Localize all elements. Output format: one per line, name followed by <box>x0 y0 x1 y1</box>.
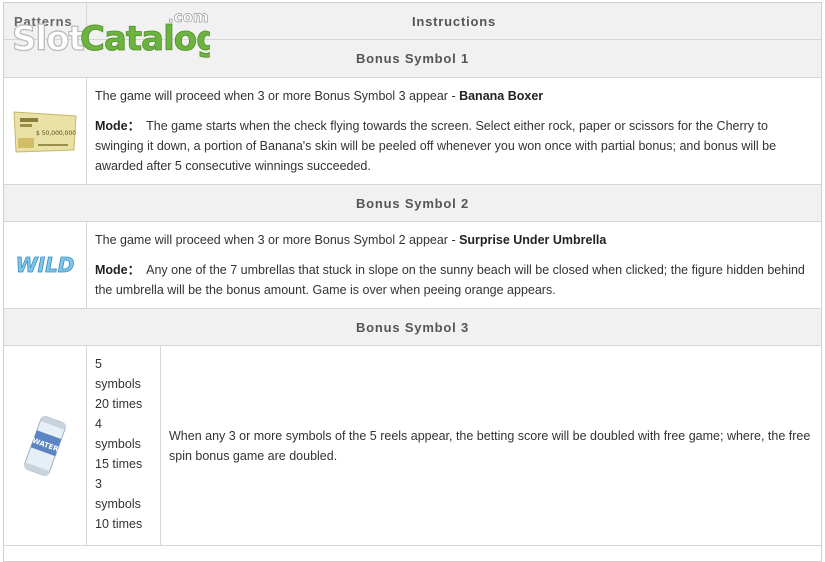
svg-text:$ 50,000,000: $ 50,000,000 <box>36 130 76 137</box>
bonus-symbol-1-proceed: The game will proceed when 3 or more Bon… <box>95 89 544 103</box>
symbol-count-list: 5 symbols 20 times 4 symbols 15 times 3 … <box>95 354 159 534</box>
section-title-row: Bonus Symbol 3 <box>4 309 821 346</box>
svg-text:.com: .com <box>168 8 209 26</box>
count-times: 15 times <box>95 457 143 471</box>
bonus-symbol-1-row: $ 50,000,000 The game will proceed when … <box>4 78 821 185</box>
bonus-symbol-3-pattern: WATER <box>4 346 86 545</box>
count-value: 3 <box>95 477 102 491</box>
section-title: Bonus Symbol 3 <box>355 319 470 335</box>
svg-text:WILD: WILD <box>16 253 75 277</box>
water-can-icon: WATER <box>24 415 66 476</box>
bonus-symbol-1-pattern: $ 50,000,000 <box>4 78 86 184</box>
bonus-symbol-3-description: When any 3 or more symbols of the 5 reel… <box>169 429 811 463</box>
bonus-name: Surprise Under Umbrella <box>459 233 607 247</box>
bonus-name: Banana Boxer <box>459 89 544 103</box>
svg-text:Slot: Slot <box>12 19 85 58</box>
bonus-symbol-2-row: WILD The game will proceed when 3 or mor… <box>4 222 821 309</box>
count-times: 10 times <box>95 517 143 531</box>
check-ticket-icon: $ 50,000,000 <box>13 111 77 153</box>
count-label: symbols <box>95 437 141 451</box>
bonus-symbol-1-mode: Mode： The game starts when the check flyi… <box>95 119 777 173</box>
count-value: 4 <box>95 417 102 431</box>
section-title: Bonus Symbol 2 <box>355 195 470 211</box>
instructions-table: Patterns Instructions Bonus Symbol 1 $ 5… <box>3 2 822 562</box>
bonus-symbol-2-proceed: The game will proceed when 3 or more Bon… <box>95 233 607 247</box>
count-label: symbols <box>95 497 141 511</box>
count-value: 5 <box>95 357 102 371</box>
bonus-symbol-3-row: WATER 5 symbols 20 times 4 symbols 15 ti… <box>4 346 821 546</box>
count-times: 20 times <box>95 397 143 411</box>
wild-symbol-icon: WILD <box>15 253 75 278</box>
bonus-symbol-2-mode: Mode： Any one of the 7 umbrellas that stu… <box>95 263 805 297</box>
bonus-symbol-2-pattern: WILD <box>4 222 86 308</box>
count-label: symbols <box>95 377 141 391</box>
slotcatalog-logo: Slot Catalog .com <box>11 8 210 58</box>
section-title-row: Bonus Symbol 2 <box>4 185 821 222</box>
